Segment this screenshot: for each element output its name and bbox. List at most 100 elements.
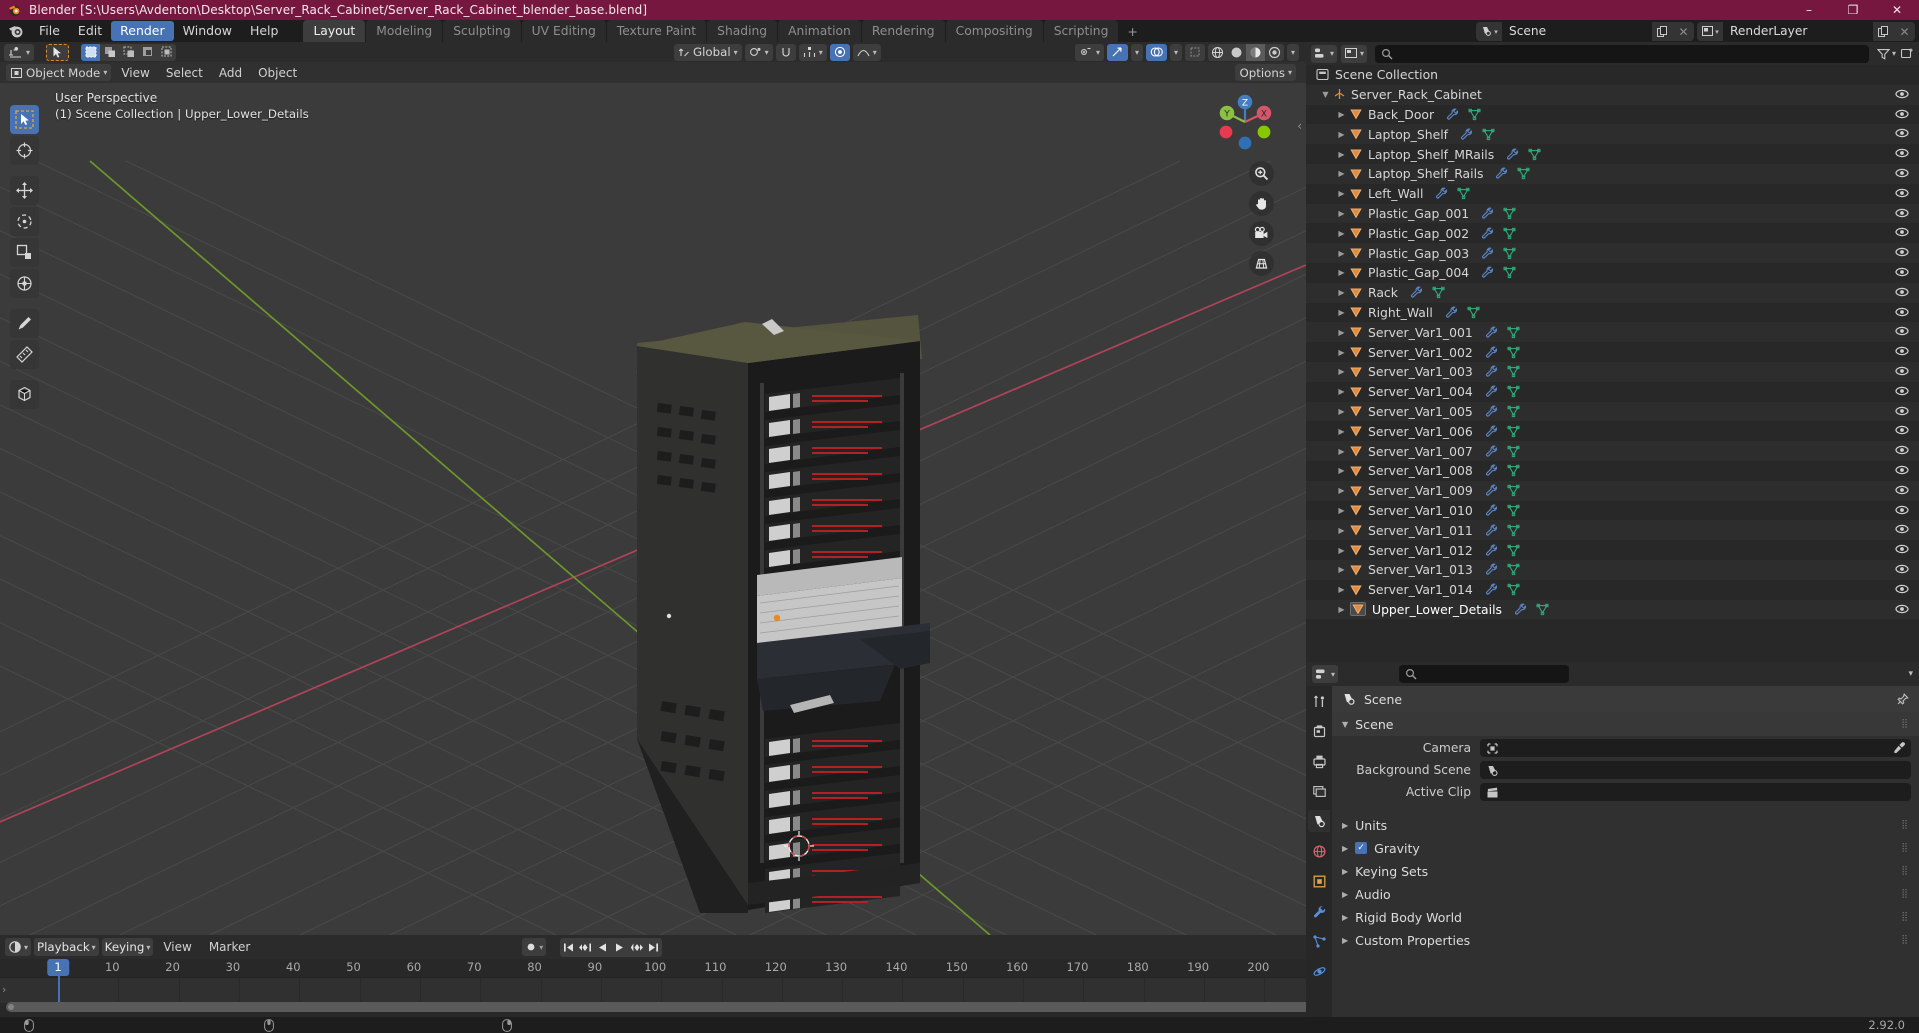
snap-toggle[interactable] <box>775 43 796 61</box>
properties-tab-scene[interactable] <box>1308 810 1330 832</box>
units-triangle-icon[interactable]: ▶ <box>1342 821 1348 830</box>
outliner-row-object[interactable]: ▶ Server_Var1_005 <box>1306 401 1919 422</box>
outliner-row-object[interactable]: ▶ Right_Wall <box>1306 303 1919 323</box>
object-expand-triangle[interactable]: ▶ <box>1336 565 1347 574</box>
workspace-tab-compositing[interactable]: Compositing <box>945 20 1043 42</box>
object-expand-triangle[interactable]: ▶ <box>1336 526 1347 535</box>
outliner-new-collection-button[interactable] <box>1900 47 1914 60</box>
modifier-wrench-icon[interactable] <box>1485 484 1498 497</box>
background-scene-field[interactable] <box>1480 761 1911 779</box>
outliner-editor-type-selector[interactable]: ▾ <box>1311 44 1338 63</box>
eye-visibility-icon[interactable] <box>1895 126 1909 140</box>
modifier-wrench-icon[interactable] <box>1485 524 1498 537</box>
tool-tweak-select-box[interactable] <box>10 105 39 134</box>
object-expand-triangle[interactable]: ▶ <box>1336 367 1347 376</box>
eye-visibility-icon[interactable] <box>1895 324 1909 338</box>
eye-visibility-icon[interactable] <box>1895 404 1909 418</box>
viewport-menu-add[interactable]: Add <box>213 66 248 80</box>
properties-search-input[interactable] <box>1399 665 1570 683</box>
eye-visibility-icon[interactable] <box>1895 582 1909 596</box>
delete-viewlayer-button[interactable]: ✕ <box>1894 22 1915 41</box>
mesh-data-icon[interactable] <box>1507 464 1520 477</box>
eye-visibility-icon[interactable] <box>1895 87 1909 101</box>
active-clip-field[interactable] <box>1480 783 1911 801</box>
timeline-playhead-label[interactable]: 1 <box>47 959 69 976</box>
tool-cursor[interactable] <box>10 136 39 165</box>
mesh-data-icon[interactable] <box>1507 365 1520 378</box>
eye-visibility-icon[interactable] <box>1895 483 1909 497</box>
collection-expand-triangle[interactable]: ▼ <box>1320 90 1331 99</box>
workspace-tab-layout[interactable]: Layout <box>303 20 366 42</box>
mesh-data-icon[interactable] <box>1468 108 1481 121</box>
scene-name-field[interactable]: Scene <box>1502 22 1652 41</box>
outliner-row-object[interactable]: ▶ Server_Var1_013 <box>1306 559 1919 580</box>
keying-sets-grip[interactable]: ⣿ <box>1901 866 1909 876</box>
object-expand-triangle[interactable]: ▶ <box>1336 249 1347 258</box>
object-expand-triangle[interactable]: ▶ <box>1336 466 1347 475</box>
tool-move[interactable] <box>10 176 39 205</box>
intersect-selection-icon[interactable] <box>157 43 177 61</box>
mesh-data-icon[interactable] <box>1503 266 1516 279</box>
eyedropper-icon[interactable] <box>1893 741 1906 754</box>
scene-panel-header[interactable]: ▼ Scene ⣿ <box>1332 712 1919 736</box>
panel-collapse-triangle[interactable]: ▼ <box>1342 720 1348 729</box>
modifier-wrench-icon[interactable] <box>1485 326 1498 339</box>
material-preview-shading-icon[interactable] <box>1245 43 1265 61</box>
mesh-data-icon[interactable] <box>1507 326 1520 339</box>
mesh-data-icon[interactable] <box>1507 563 1520 576</box>
mesh-data-icon[interactable] <box>1503 227 1516 240</box>
outliner-tree[interactable]: Scene Collection ▼ Server_Rack_Cabinet ▶ Bac… <box>1306 65 1919 620</box>
mesh-data-icon[interactable] <box>1503 207 1516 220</box>
mesh-data-icon[interactable] <box>1507 504 1520 517</box>
workspace-tab-scripting[interactable]: Scripting <box>1043 20 1119 42</box>
properties-options-chevron[interactable]: ▾ <box>1908 669 1913 679</box>
pivot-point-selector[interactable]: ▾ <box>744 43 773 61</box>
modifier-wrench-icon[interactable] <box>1435 187 1448 200</box>
zoom-icon[interactable] <box>1249 161 1274 186</box>
mesh-data-icon[interactable] <box>1507 385 1520 398</box>
audio-triangle-icon[interactable]: ▶ <box>1342 890 1348 899</box>
eye-visibility-icon[interactable] <box>1895 206 1909 220</box>
tool-rotate[interactable] <box>10 207 39 236</box>
viewport-menu-select[interactable]: Select <box>160 66 209 80</box>
invert-selection-icon[interactable] <box>138 43 158 61</box>
object-expand-triangle[interactable]: ▶ <box>1336 387 1347 396</box>
mesh-data-icon[interactable] <box>1507 484 1520 497</box>
pan-hand-icon[interactable] <box>1249 191 1274 216</box>
mesh-data-icon[interactable] <box>1507 425 1520 438</box>
workspace-tab-animation[interactable]: Animation <box>778 20 861 42</box>
keying-sets-triangle-icon[interactable]: ▶ <box>1342 867 1348 876</box>
workspace-tab-uv-editing[interactable]: UV Editing <box>521 20 606 42</box>
object-expand-triangle[interactable]: ▶ <box>1336 447 1347 456</box>
outliner-row-object[interactable]: ▶ Server_Var1_004 <box>1306 382 1919 402</box>
server-rack-model[interactable] <box>0 83 1306 935</box>
properties-tab-modifiers[interactable] <box>1308 900 1330 922</box>
outliner-row-object[interactable]: ▶ Plastic_Gap_003 <box>1306 243 1919 263</box>
keying-sets-section[interactable]: ▶ Keying Sets ⣿ <box>1332 861 1919 881</box>
eye-visibility-icon[interactable] <box>1895 285 1909 299</box>
subtract-selection-icon[interactable] <box>119 43 139 61</box>
custom-properties-grip[interactable]: ⣿ <box>1901 935 1909 945</box>
interaction-mode-selector[interactable]: Object Mode ▾ <box>6 64 112 81</box>
set-new-selection-icon[interactable] <box>81 43 101 61</box>
navigation-gizmo[interactable]: Z Y X <box>1214 91 1276 153</box>
eye-visibility-icon[interactable] <box>1895 186 1909 200</box>
outliner-row-object[interactable]: ▶ Server_Var1_001 <box>1306 322 1919 343</box>
jump-to-end-button[interactable] <box>645 938 662 957</box>
object-expand-triangle[interactable]: ▶ <box>1336 209 1347 218</box>
eye-visibility-icon[interactable] <box>1895 265 1909 279</box>
outliner-row-object[interactable]: ▶ Back_Door <box>1306 105 1919 125</box>
mesh-data-icon[interactable] <box>1482 128 1495 141</box>
snap-options[interactable]: ▾ <box>798 43 827 61</box>
gravity-triangle-icon[interactable]: ▶ <box>1342 844 1348 853</box>
outliner-row-object[interactable]: ▶ Server_Var1_007 <box>1306 441 1919 461</box>
modifier-wrench-icon[interactable] <box>1410 286 1423 299</box>
mesh-data-icon[interactable] <box>1507 524 1520 537</box>
eye-visibility-icon[interactable] <box>1895 423 1909 437</box>
outliner-row-object[interactable]: ▶ Server_Var1_011 <box>1306 520 1919 541</box>
properties-tab-output[interactable] <box>1308 750 1330 772</box>
rigid-body-world-triangle-icon[interactable]: ▶ <box>1342 913 1348 922</box>
scene-selector[interactable]: ▾ Scene ✕ <box>1476 22 1694 41</box>
custom-properties-section[interactable]: ▶ Custom Properties ⣿ <box>1332 930 1919 950</box>
modifier-wrench-icon[interactable] <box>1506 148 1519 161</box>
